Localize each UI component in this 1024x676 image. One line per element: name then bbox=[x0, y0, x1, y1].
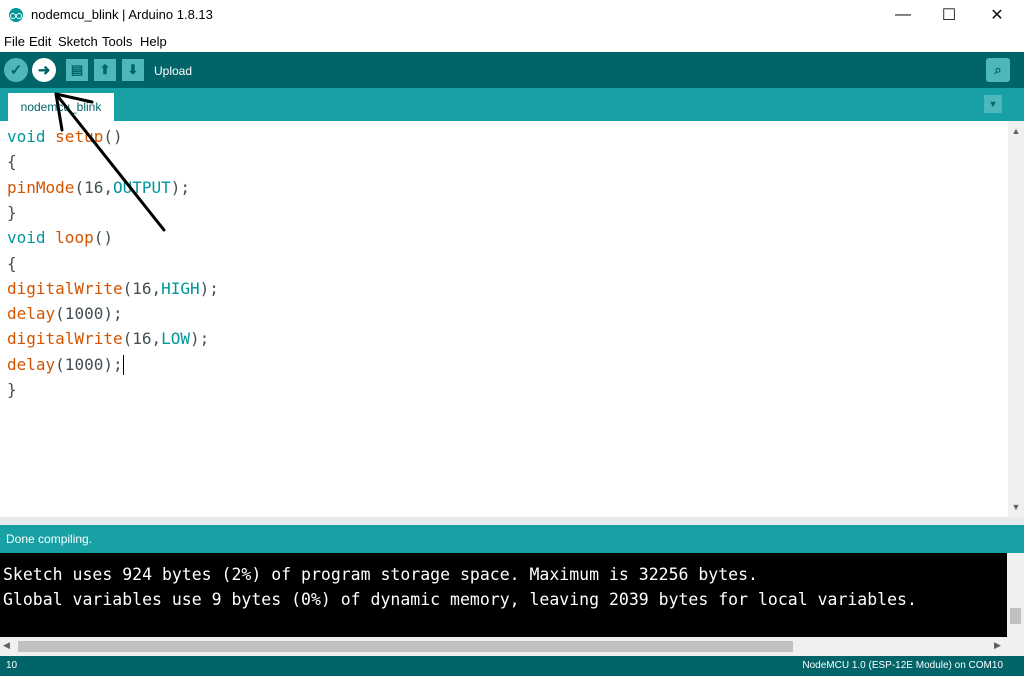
serial-monitor-button[interactable]: ⌕ bbox=[986, 58, 1010, 82]
code-token: setup bbox=[55, 127, 104, 146]
code-line[interactable]: void loop() bbox=[7, 225, 113, 250]
checkmark-icon: ✓ bbox=[9, 62, 23, 79]
scroll-right-icon[interactable]: ▶ bbox=[994, 640, 1001, 651]
code-token: digitalWrite bbox=[7, 329, 123, 349]
tab-menu-button[interactable]: ▼ bbox=[984, 95, 1002, 113]
scroll-thumb[interactable] bbox=[1010, 608, 1021, 624]
code-token: LOW bbox=[161, 329, 191, 349]
toolbar: ✓ ➜ ▤ ⬆ ⬇ Upload ⌕ bbox=[0, 52, 1024, 88]
down-arrow-icon: ⬇ bbox=[127, 62, 139, 77]
line-number: 10 bbox=[6, 660, 18, 671]
code-line[interactable]: void setup() bbox=[7, 124, 123, 149]
code-token: ); bbox=[170, 177, 191, 197]
close-button[interactable]: ✕ bbox=[974, 0, 1020, 30]
code-line[interactable]: } bbox=[7, 200, 17, 225]
toolbar-hover-label: Upload bbox=[154, 64, 193, 78]
status-bar: Done compiling. bbox=[0, 525, 1024, 553]
text-cursor bbox=[122, 355, 124, 376]
code-token: { bbox=[7, 253, 17, 273]
code-token: () bbox=[103, 127, 123, 146]
tab-nodemcu-blink[interactable]: nodemcu_blink bbox=[8, 93, 114, 121]
code-line[interactable]: pinMode(16,OUTPUT); bbox=[7, 175, 190, 200]
code-token: (16, bbox=[74, 177, 113, 197]
verify-button[interactable]: ✓ bbox=[4, 58, 28, 82]
scrollbar-corner bbox=[1007, 637, 1024, 656]
code-token: HIGH bbox=[161, 278, 200, 298]
scroll-left-icon[interactable]: ◀ bbox=[3, 640, 10, 651]
code-token: OUTPUT bbox=[112, 177, 171, 197]
menu-tools[interactable]: Tools bbox=[102, 34, 132, 49]
scroll-down-icon[interactable]: ▼ bbox=[1008, 499, 1024, 515]
menu-help[interactable]: Help bbox=[140, 34, 167, 49]
code-token: (1000); bbox=[55, 304, 123, 324]
code-token: delay bbox=[7, 304, 56, 324]
code-token: (1000); bbox=[55, 354, 123, 374]
code-line[interactable]: { bbox=[7, 251, 17, 276]
code-line[interactable]: delay(1000); bbox=[7, 352, 124, 377]
code-token: () bbox=[93, 228, 113, 248]
window-title: nodemcu_blink | Arduino 1.8.13 bbox=[31, 7, 213, 22]
title-bar: nodemcu_blink | Arduino 1.8.13 — ☐ ✕ bbox=[0, 0, 1024, 30]
code-token: { bbox=[7, 152, 17, 172]
code-token: ); bbox=[199, 278, 219, 298]
code-line[interactable]: } bbox=[7, 377, 17, 402]
menu-sketch[interactable]: Sketch bbox=[58, 34, 98, 49]
code-token: } bbox=[7, 202, 17, 222]
open-button[interactable]: ⬆ bbox=[94, 59, 116, 81]
code-token: loop bbox=[55, 228, 94, 248]
save-button[interactable]: ⬇ bbox=[122, 59, 144, 81]
code-token: (16, bbox=[122, 329, 162, 349]
scroll-up-icon[interactable]: ▲ bbox=[1008, 123, 1024, 139]
console-horizontal-scrollbar[interactable]: ◀ ▶ bbox=[0, 637, 1007, 656]
code-token: pinMode bbox=[7, 177, 75, 197]
editor-vertical-scrollbar[interactable]: ▲ ▼ bbox=[1008, 121, 1024, 517]
new-file-icon: ▤ bbox=[70, 62, 84, 77]
code-line[interactable]: digitalWrite(16,HIGH); bbox=[7, 276, 219, 301]
code-token: ); bbox=[190, 329, 210, 349]
footer-bar: 10 NodeMCU 1.0 (ESP-12E Module) on COM10 bbox=[0, 656, 1024, 676]
minimize-button[interactable]: — bbox=[880, 0, 926, 30]
menu-bar: File Edit Sketch Tools Help bbox=[0, 31, 1024, 51]
console-line: Global variables use 9 bytes (0%) of dyn… bbox=[3, 590, 917, 609]
right-arrow-icon: ➜ bbox=[37, 62, 51, 79]
tab-bar: nodemcu_blink ▼ bbox=[0, 88, 1024, 121]
console-vertical-scrollbar[interactable] bbox=[1007, 553, 1024, 637]
code-line[interactable]: delay(1000); bbox=[7, 301, 123, 326]
maximize-button[interactable]: ☐ bbox=[926, 0, 972, 30]
code-token: } bbox=[7, 380, 17, 399]
arduino-logo-icon bbox=[9, 8, 23, 22]
status-message: Done compiling. bbox=[6, 532, 93, 546]
code-token: void bbox=[7, 127, 46, 146]
code-editor[interactable]: void setup(){pinMode(16,OUTPUT);} void lo… bbox=[0, 121, 1008, 517]
code-line[interactable]: digitalWrite(16,LOW); bbox=[7, 326, 209, 351]
code-line[interactable]: { bbox=[7, 149, 17, 174]
up-arrow-icon: ⬆ bbox=[99, 62, 111, 77]
scroll-thumb[interactable] bbox=[18, 641, 793, 652]
menu-file[interactable]: File bbox=[4, 34, 25, 49]
upload-button[interactable]: ➜ bbox=[32, 58, 56, 82]
console-output: Sketch uses 924 bytes (2%) of program st… bbox=[0, 553, 1007, 637]
code-token: (16, bbox=[122, 278, 162, 298]
editor-console-divider[interactable] bbox=[0, 517, 1024, 525]
code-token: digitalWrite bbox=[7, 278, 123, 298]
board-port-info: NodeMCU 1.0 (ESP-12E Module) on COM10 bbox=[802, 660, 1003, 671]
console-line: Sketch uses 924 bytes (2%) of program st… bbox=[3, 565, 758, 584]
magnifier-icon: ⌕ bbox=[994, 62, 1002, 77]
code-token: void bbox=[7, 228, 46, 248]
triangle-down-icon: ▼ bbox=[988, 99, 998, 109]
menu-edit[interactable]: Edit bbox=[29, 34, 51, 49]
new-sketch-button[interactable]: ▤ bbox=[66, 59, 88, 81]
code-token: delay bbox=[7, 354, 56, 374]
